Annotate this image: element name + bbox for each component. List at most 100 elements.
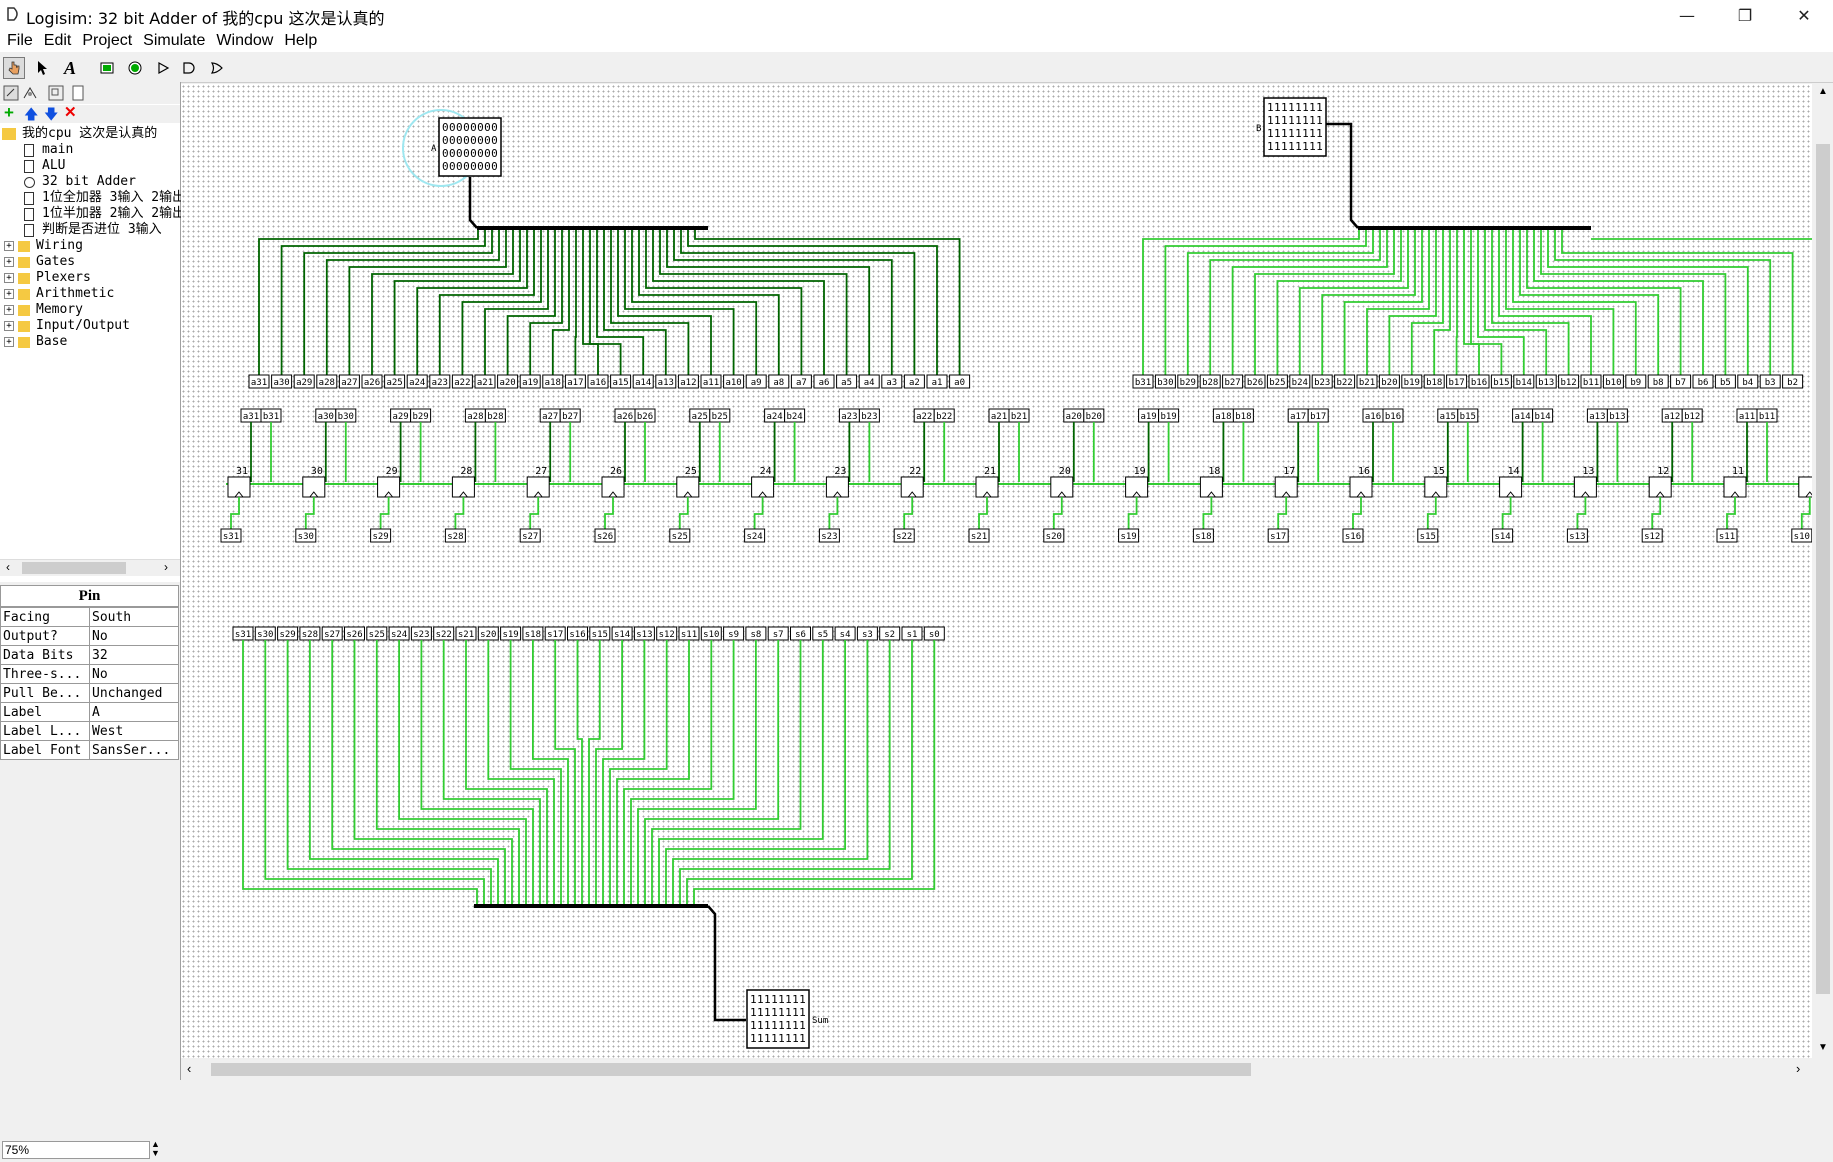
tree-lib-arithmetic[interactable]: +Arithmetic bbox=[4, 286, 114, 302]
scroll-right-icon[interactable]: › bbox=[164, 560, 168, 574]
adder-index: 31 bbox=[236, 466, 248, 477]
zoom-stepper-icon[interactable]: ▲▼ bbox=[151, 1140, 160, 1158]
canvas-vscroll[interactable]: ▲ ▼ bbox=[1813, 84, 1833, 1058]
scroll-thumb[interactable] bbox=[1816, 144, 1830, 994]
tunnel-label: s27 bbox=[522, 532, 538, 542]
tree-circuit-carry[interactable]: 判断是否进位 3输入 bbox=[24, 222, 162, 238]
explorer-hscroll[interactable]: ‹ › bbox=[0, 559, 180, 576]
tree-lib-io[interactable]: +Input/Output bbox=[4, 318, 130, 334]
scroll-left-icon[interactable]: ‹ bbox=[6, 560, 10, 574]
tunnel-label: s18 bbox=[1195, 532, 1211, 542]
tree-lib-memory[interactable]: +Memory bbox=[4, 302, 83, 318]
tunnel-label: b23 bbox=[1314, 378, 1330, 388]
wire bbox=[282, 230, 485, 375]
poke-tool-icon[interactable] bbox=[3, 57, 25, 79]
tunnel-label: s8 bbox=[750, 630, 761, 640]
move-down-icon[interactable]: 🡇 bbox=[44, 104, 58, 128]
menu-window[interactable]: Window bbox=[212, 32, 277, 50]
wire bbox=[1471, 230, 1501, 375]
pin-value-row: 11111111 bbox=[750, 993, 806, 1006]
tree-circuit-32bit-adder[interactable]: 32 bit Adder bbox=[24, 174, 136, 190]
tree-lib-plexers[interactable]: +Plexers bbox=[4, 270, 91, 286]
maximize-button[interactable]: ❐ bbox=[1716, 0, 1774, 30]
menu-edit[interactable]: Edit bbox=[40, 32, 76, 50]
circuit-icon bbox=[24, 160, 34, 173]
expand-icon[interactable]: + bbox=[4, 337, 14, 347]
full-adder-block bbox=[752, 477, 774, 497]
scroll-up-icon[interactable]: ▲ bbox=[1818, 86, 1828, 97]
tunnel-label: b17 bbox=[1448, 378, 1464, 388]
edit-appearance-icon[interactable] bbox=[72, 85, 84, 101]
tree-lib-wiring[interactable]: +Wiring bbox=[4, 238, 83, 254]
scroll-thumb[interactable] bbox=[211, 1063, 1251, 1076]
tunnel-label: a24 bbox=[409, 378, 425, 388]
full-adder-block bbox=[1200, 477, 1222, 497]
wire bbox=[687, 640, 912, 904]
expand-icon[interactable]: + bbox=[4, 289, 14, 299]
tunnel-label: s21 bbox=[458, 630, 474, 640]
tree-lib-base[interactable]: +Base bbox=[4, 334, 67, 350]
move-up-icon[interactable]: 🡅 bbox=[24, 104, 38, 128]
wire bbox=[265, 640, 484, 904]
full-adder-block bbox=[1500, 477, 1522, 497]
attr-value[interactable]: No bbox=[90, 627, 179, 646]
circuit-canvas[interactable]: 00000000000000000000000000000000A1111111… bbox=[181, 84, 1812, 1058]
wire bbox=[533, 640, 568, 904]
tree-circuit-full-adder[interactable]: 1位全加器 3输入 2输出 bbox=[24, 190, 185, 206]
scroll-left-icon[interactable]: ‹ bbox=[187, 1061, 191, 1076]
scroll-down-icon[interactable]: ▼ bbox=[1818, 1042, 1828, 1053]
simulation-view-icon[interactable] bbox=[22, 85, 38, 101]
tunnel-label: s2 bbox=[884, 630, 895, 640]
menu-simulate[interactable]: Simulate bbox=[139, 32, 209, 50]
tree-circuit-main[interactable]: main bbox=[24, 142, 73, 158]
expand-icon[interactable]: + bbox=[4, 257, 14, 267]
tunnel-label: s16 bbox=[1345, 532, 1361, 542]
scroll-right-icon[interactable]: › bbox=[1796, 1061, 1800, 1076]
edit-layout-icon[interactable] bbox=[48, 85, 64, 101]
select-tool-icon[interactable] bbox=[31, 57, 53, 79]
attr-value[interactable]: Unchanged bbox=[90, 684, 179, 703]
zoom-field[interactable]: 75% bbox=[2, 1141, 150, 1159]
scroll-thumb[interactable] bbox=[22, 562, 126, 574]
tunnel-label: s26 bbox=[346, 630, 362, 640]
tree-lib-gates[interactable]: +Gates bbox=[4, 254, 75, 270]
wire bbox=[243, 640, 477, 904]
close-button[interactable]: ✕ bbox=[1775, 0, 1833, 30]
tunnel-label: s12 bbox=[659, 630, 675, 640]
tree-circuit-alu[interactable]: ALU bbox=[24, 158, 65, 174]
attr-value[interactable]: No bbox=[90, 665, 179, 684]
menu-file[interactable]: File bbox=[3, 32, 37, 50]
canvas-hscroll[interactable]: ‹ › bbox=[181, 1059, 1813, 1080]
toolbox-view-icon[interactable] bbox=[3, 85, 19, 101]
attr-value[interactable]: 32 bbox=[90, 646, 179, 665]
tree-circuit-half-adder[interactable]: 1位半加器 2输入 2输出 bbox=[24, 206, 185, 222]
tunnel-label: s16 bbox=[569, 630, 585, 640]
not-gate-icon[interactable] bbox=[153, 57, 175, 79]
attr-key: Label L... bbox=[1, 722, 90, 741]
wire bbox=[306, 497, 314, 529]
tree-project[interactable]: 我的cpu 这次是认真的 bbox=[2, 126, 157, 142]
menu-help[interactable]: Help bbox=[280, 32, 321, 50]
attr-value[interactable]: SansSer... bbox=[90, 741, 179, 760]
expand-icon[interactable]: + bbox=[4, 321, 14, 331]
and-gate-icon[interactable] bbox=[178, 57, 200, 79]
expand-icon[interactable]: + bbox=[4, 305, 14, 315]
tunnel-label: a20 bbox=[1066, 412, 1082, 422]
expand-icon[interactable]: + bbox=[4, 241, 14, 251]
delete-circuit-icon[interactable]: ✕ bbox=[64, 103, 77, 121]
add-circuit-icon[interactable]: + bbox=[4, 103, 14, 123]
input-pin-icon[interactable] bbox=[96, 57, 118, 79]
minimize-button[interactable]: — bbox=[1658, 0, 1716, 30]
tunnel-label: b27 bbox=[1224, 378, 1240, 388]
or-gate-icon[interactable] bbox=[206, 57, 228, 79]
output-pin-icon[interactable] bbox=[124, 57, 146, 79]
tunnel-label: a3 bbox=[886, 378, 897, 388]
tunnel-label: a5 bbox=[841, 378, 852, 388]
text-tool-icon[interactable]: A bbox=[59, 57, 81, 79]
attr-value[interactable]: South bbox=[90, 608, 179, 627]
menu-project[interactable]: Project bbox=[78, 32, 136, 50]
attr-value[interactable]: West bbox=[90, 722, 179, 741]
attr-value[interactable]: A bbox=[90, 703, 179, 722]
expand-icon[interactable]: + bbox=[4, 273, 14, 283]
circuit-diagram[interactable]: 00000000000000000000000000000000A1111111… bbox=[181, 84, 1812, 1058]
